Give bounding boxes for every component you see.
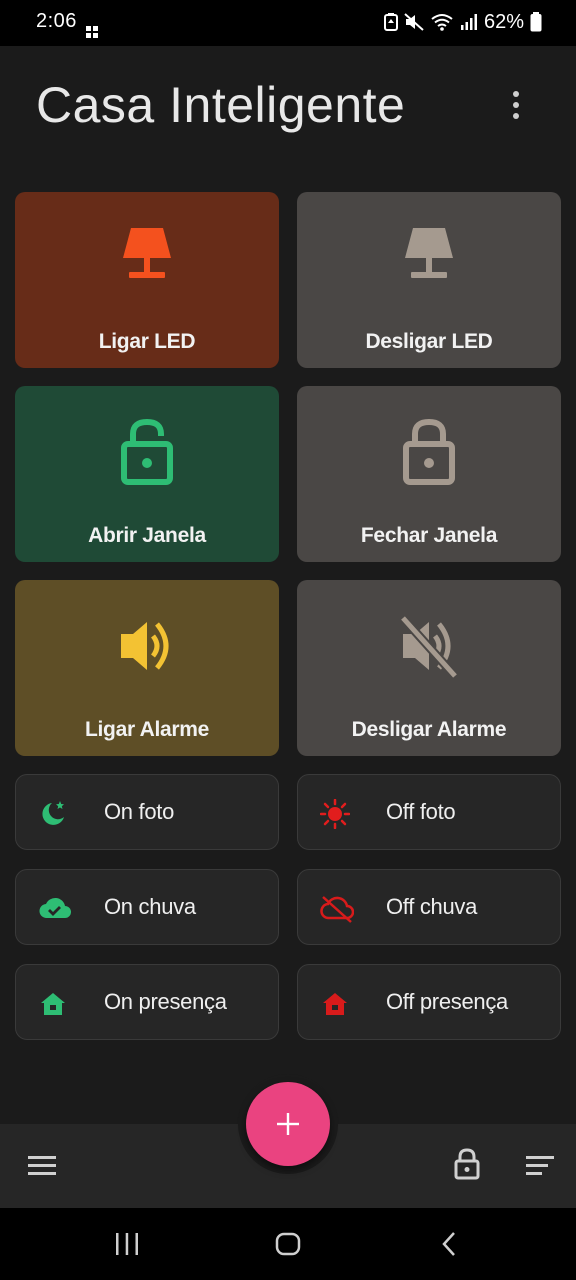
pill-label: On foto (104, 799, 175, 824)
battery-saver-icon (383, 13, 398, 31)
battery-percent: 62% (483, 10, 524, 33)
lock-icon (403, 418, 455, 485)
battery-icon (530, 12, 542, 32)
lamp-icon (405, 228, 453, 278)
pill-label: Off presença (386, 989, 508, 1014)
pill-label: On chuva (104, 894, 196, 919)
on-presenca-button[interactable]: On presença (15, 964, 279, 1040)
off-foto-button[interactable]: Off foto (297, 774, 561, 850)
ligar-led-button[interactable]: Ligar LED (15, 192, 279, 368)
system-nav-bar (0, 1208, 576, 1280)
signal-icon (460, 14, 477, 30)
desligar-led-button[interactable]: Desligar LED (297, 192, 561, 368)
night-icon (42, 801, 64, 825)
add-button[interactable] (246, 1082, 330, 1166)
off-chuva-button[interactable]: Off chuva (297, 869, 561, 945)
lock-icon[interactable] (454, 1148, 480, 1180)
tile-label: Ligar LED (98, 330, 196, 353)
volume-off-icon (399, 614, 459, 680)
on-foto-button[interactable]: On foto (15, 774, 279, 850)
back-icon[interactable] (440, 1231, 458, 1257)
lock-open-icon (121, 418, 173, 485)
tile-label: Ligar Alarme (85, 718, 209, 741)
sort-icon[interactable] (526, 1156, 554, 1176)
ligar-alarme-button[interactable]: Ligar Alarme (15, 580, 279, 756)
pill-label: Off foto (386, 799, 456, 824)
pill-label: On presença (104, 989, 227, 1014)
status-bar: 2:06 62% (0, 0, 576, 46)
lamp-icon (123, 228, 171, 278)
abrir-janela-button[interactable]: Abrir Janela (15, 386, 279, 562)
home-icon (323, 993, 347, 1015)
off-presenca-button[interactable]: Off presença (297, 964, 561, 1040)
pill-label: Off chuva (386, 894, 478, 919)
status-time: 2:06 (36, 10, 77, 32)
volume-up-icon (121, 622, 169, 670)
sun-icon (320, 799, 350, 829)
mute-icon (404, 13, 424, 31)
plus-icon (277, 1113, 299, 1135)
wifi-icon (431, 14, 453, 31)
home-icon (41, 993, 65, 1015)
cloud-off-icon (320, 896, 354, 923)
on-chuva-button[interactable]: On chuva (15, 869, 279, 945)
cloud-check-icon (39, 897, 71, 919)
more-vert-icon[interactable] (500, 90, 532, 120)
tile-label: Fechar Janela (360, 524, 498, 547)
grid-icon (86, 26, 98, 38)
tile-label: Abrir Janela (88, 524, 206, 547)
fechar-janela-button[interactable]: Fechar Janela (297, 386, 561, 562)
recents-icon[interactable] (114, 1233, 140, 1255)
home-icon[interactable] (275, 1232, 301, 1256)
tile-label: Desligar LED (365, 330, 493, 353)
desligar-alarme-button[interactable]: Desligar Alarme (297, 580, 561, 756)
tile-label: Desligar Alarme (351, 718, 507, 741)
page-title: Casa Inteligente (36, 77, 406, 133)
menu-icon[interactable] (28, 1156, 56, 1176)
